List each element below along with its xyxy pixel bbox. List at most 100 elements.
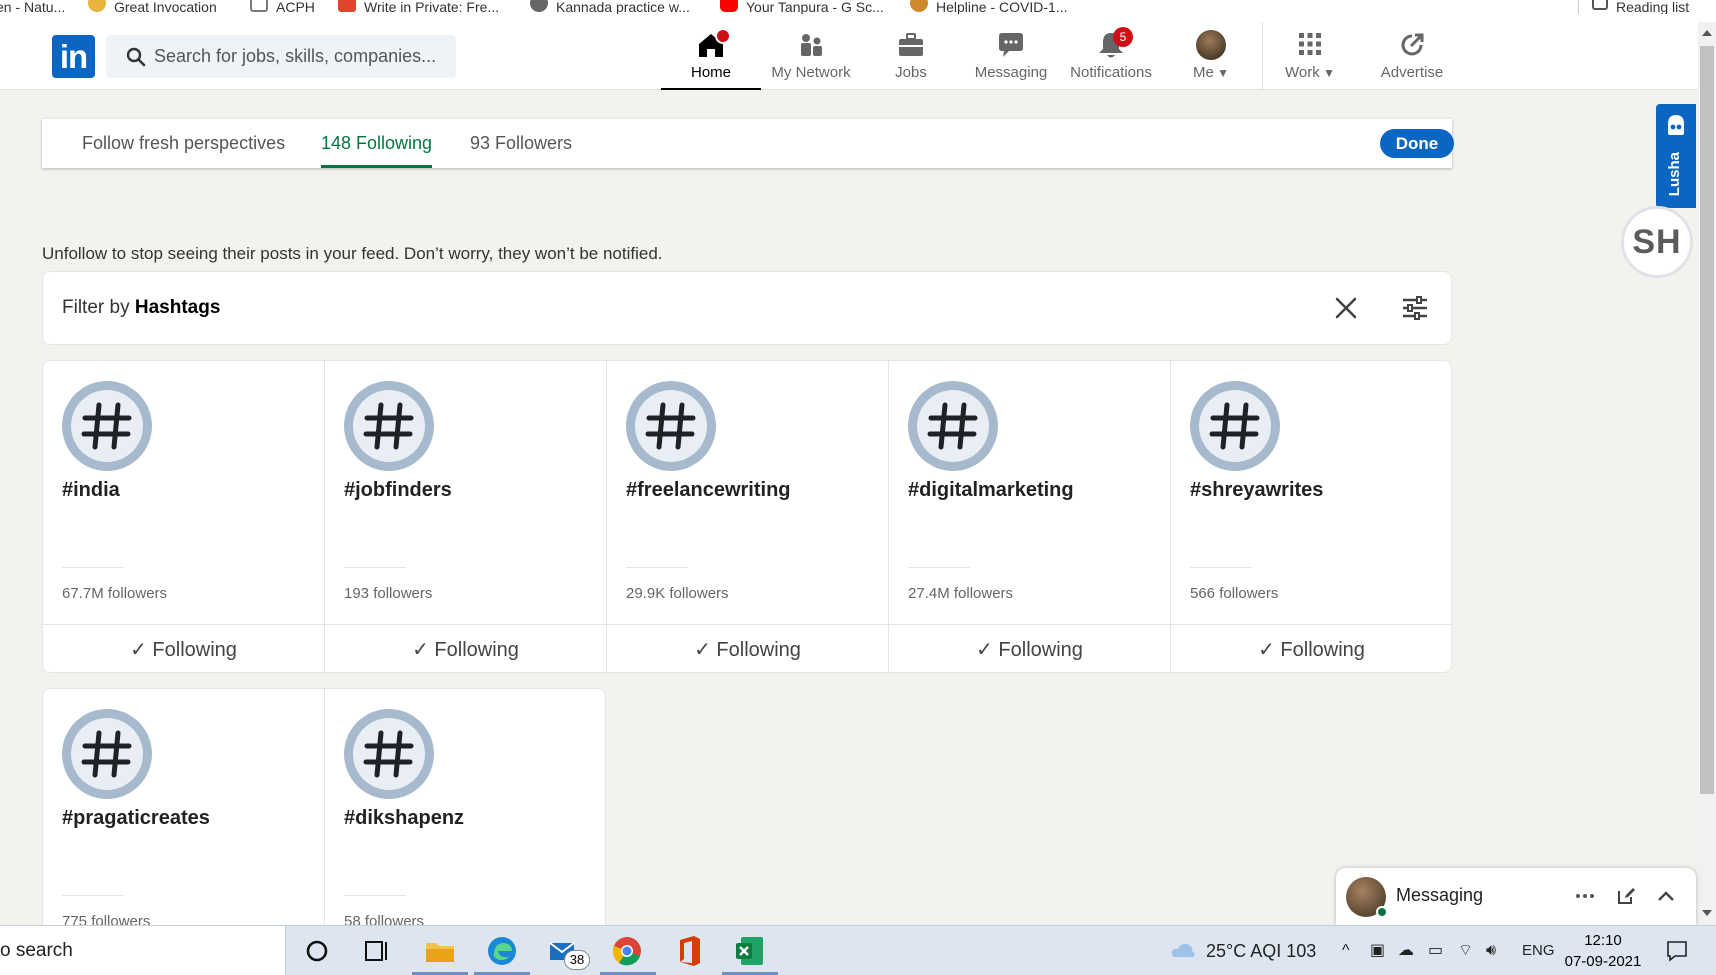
bookmark-favicon (530, 0, 548, 12)
hashtag-name[interactable]: #pragaticreates (62, 807, 210, 830)
briefcase-icon (899, 33, 923, 56)
nav-notifications-label: Notifications (1070, 64, 1152, 81)
bookmark-6[interactable]: Your Tanpura - G Sc... (720, 0, 884, 14)
chevron-up-icon[interactable]: ^ (1342, 926, 1350, 975)
checkmark-icon: ✓ (694, 639, 717, 661)
bookmark-1[interactable]: en - Natu... (0, 0, 65, 14)
filter-label[interactable]: Filter by Hashtags (62, 297, 220, 319)
wifi-icon[interactable]: ⌔ (1458, 926, 1473, 975)
edge-icon[interactable] (485, 934, 519, 968)
nav-advertise[interactable]: Advertise (1362, 22, 1462, 90)
action-center-icon[interactable] (1665, 939, 1689, 963)
bookmark-5[interactable]: Kannada practice w... (530, 0, 690, 14)
filter-settings-icon[interactable] (1401, 295, 1429, 321)
reading-list-button[interactable]: Reading list (1592, 0, 1689, 14)
hashtag-name[interactable]: #freelancewriting (626, 479, 791, 502)
office-icon[interactable] (672, 934, 706, 968)
search-input[interactable]: Search for jobs, skills, companies... (106, 35, 456, 78)
divider (62, 567, 124, 568)
bookmark-favicon (910, 0, 928, 12)
bookmark-7[interactable]: Helpline - COVID-1... (910, 0, 1067, 14)
done-button[interactable]: Done (1380, 129, 1454, 158)
nav-messaging[interactable]: Messaging (961, 22, 1061, 90)
hashtag-name[interactable]: #digitalmarketing (908, 479, 1074, 502)
mail-badge: 38 (564, 950, 590, 970)
close-icon[interactable] (1333, 295, 1359, 321)
linkedin-logo[interactable]: in (52, 35, 95, 78)
chrome-icon[interactable] (610, 934, 644, 968)
nav-jobs[interactable]: Jobs (861, 22, 961, 90)
follower-count: 67.7M followers (62, 585, 168, 602)
search-placeholder: Search for jobs, skills, companies... (154, 46, 437, 66)
chevron-up-icon[interactable] (1656, 888, 1676, 904)
hashtag-card: #digitalmarketing 27.4M followers ✓ Follow… (889, 361, 1171, 672)
chevron-down-icon: ▼ (1213, 66, 1230, 80)
hashtag-card: #jobfinders 193 followers ✓ Following (325, 361, 607, 672)
taskbar-search-box[interactable]: o search (0, 926, 286, 975)
clock[interactable]: 12:10 07-09-2021 (1563, 930, 1643, 972)
task-view-icon[interactable] (360, 934, 394, 968)
nav-me[interactable]: Me ▼ (1161, 22, 1261, 90)
messaging-label: Messaging (1396, 885, 1484, 905)
more-options-icon[interactable] (1574, 888, 1596, 904)
weather-icon[interactable] (1170, 940, 1196, 962)
tab-follow-fresh-perspectives[interactable]: Follow fresh perspectives (82, 119, 285, 168)
checkmark-icon: ✓ (1258, 639, 1281, 661)
nav-my-network[interactable]: My Network (761, 22, 861, 90)
tab-following[interactable]: 148 Following (321, 119, 433, 168)
nav-work-label: Work ▼ (1285, 64, 1335, 81)
hashtag-card: #shreyawrites 566 followers ✓ Following (1171, 361, 1451, 672)
compose-icon[interactable] (1616, 886, 1636, 906)
hashtag-grid-row-1: #india 67.7M followers ✓ Following #jobfind… (42, 360, 1452, 673)
scrollbar-thumb[interactable] (1700, 46, 1714, 794)
following-button[interactable]: ✓ Following (1171, 624, 1451, 672)
hashtag-name[interactable]: #dikshapenz (344, 807, 464, 830)
following-button[interactable]: ✓ Following (325, 624, 606, 672)
nav-work[interactable]: Work ▼ (1260, 22, 1360, 90)
bookmark-3[interactable]: ACPH (250, 0, 315, 14)
cortana-icon[interactable] (300, 934, 334, 968)
nav-messaging-label: Messaging (974, 64, 1048, 81)
scroll-down-arrow-icon[interactable] (1702, 910, 1712, 916)
checkmark-icon: ✓ (412, 639, 435, 661)
nav-notifications[interactable]: 5 Notifications (1061, 22, 1161, 90)
windows-taskbar: o search 38 25°C AQI 103 ^ ▣ ☁ ▭ ⌔ 🔊︎ EN… (0, 925, 1716, 975)
meet-now-icon[interactable]: ▣ (1370, 926, 1385, 975)
hashtag-card: #freelancewriting 29.9K followers ✓ Follow… (607, 361, 889, 672)
divider (1190, 567, 1252, 568)
hashtag-name[interactable]: #shreyawrites (1190, 479, 1323, 502)
messaging-overlay[interactable]: Messaging (1336, 868, 1696, 925)
following-button-label: Following (152, 639, 237, 661)
following-button-label: Following (716, 639, 801, 661)
lusha-extension-tab[interactable]: Lusha (1656, 104, 1696, 208)
following-button-label: Following (1280, 639, 1365, 661)
onedrive-icon[interactable]: ☁ (1398, 926, 1414, 975)
tab-followers[interactable]: 93 Followers (470, 119, 572, 168)
language-indicator[interactable]: ENG (1522, 926, 1555, 975)
hashtag-icon (344, 381, 434, 471)
hashtag-card: #india 67.7M followers ✓ Following (43, 361, 325, 672)
volume-icon[interactable]: 🔊︎ (1486, 926, 1496, 975)
hashtag-name[interactable]: #jobfinders (344, 479, 452, 502)
divider (344, 567, 406, 568)
nav-advertise-label: Advertise (1380, 64, 1444, 81)
scroll-up-arrow-icon[interactable] (1702, 30, 1712, 36)
following-button[interactable]: ✓ Following (889, 624, 1170, 672)
sh-avatar[interactable]: SH (1621, 206, 1693, 278)
battery-icon[interactable]: ▭ (1428, 926, 1443, 975)
excel-icon[interactable] (733, 934, 767, 968)
following-button[interactable]: ✓ Following (607, 624, 888, 672)
hashtag-name[interactable]: #india (62, 479, 120, 502)
following-button[interactable]: ✓ Following (43, 624, 324, 672)
file-explorer-icon[interactable] (423, 934, 457, 968)
reading-list-icon (1592, 0, 1608, 10)
bookmark-4[interactable]: Write in Private: Fre... (338, 0, 499, 14)
weather-text[interactable]: 25°C AQI 103 (1206, 926, 1316, 975)
following-button-label: Following (434, 639, 519, 661)
bookmark-favicon (338, 0, 356, 12)
notifications-badge: 5 (1113, 27, 1133, 47)
bookmark-2[interactable]: Great Invocation (88, 0, 217, 14)
nav-me-label: Me ▼ (1192, 64, 1230, 81)
divider (62, 895, 124, 896)
nav-home[interactable]: Home (661, 22, 761, 90)
